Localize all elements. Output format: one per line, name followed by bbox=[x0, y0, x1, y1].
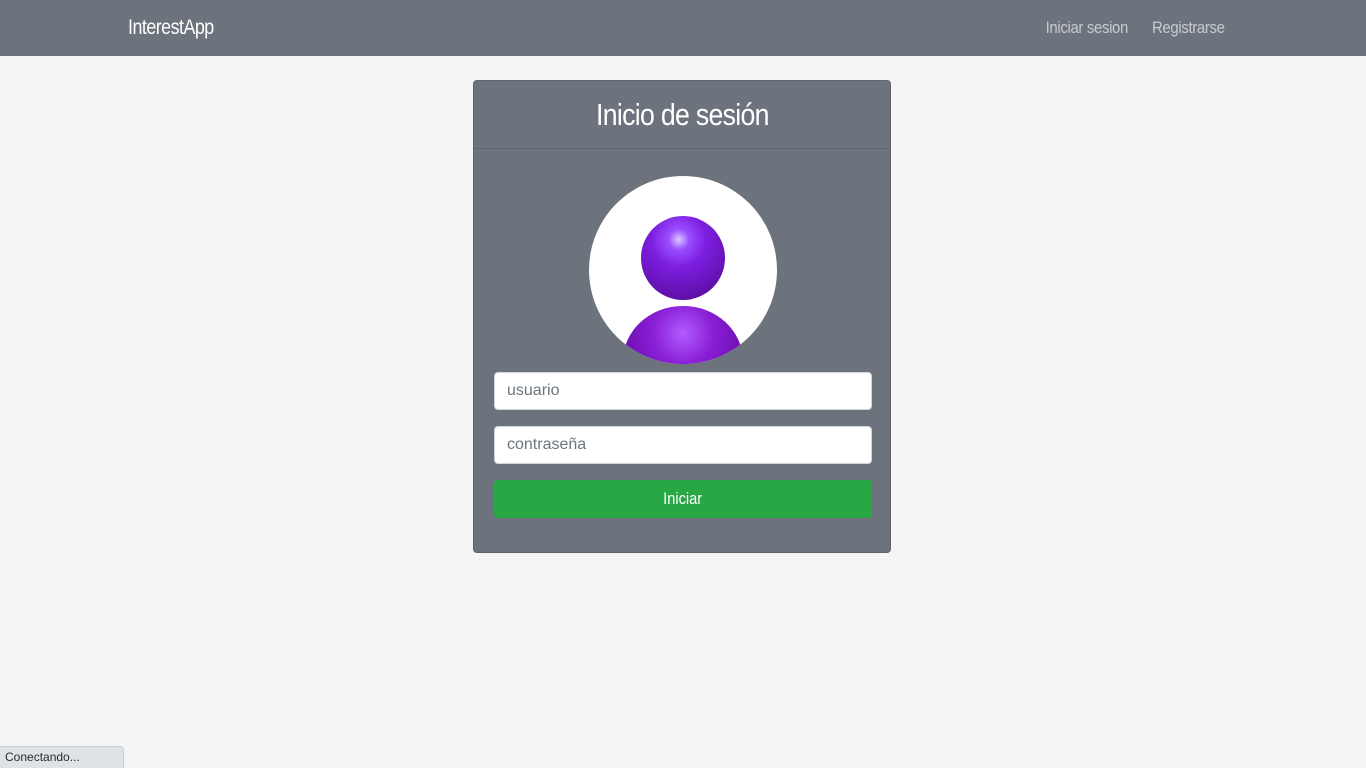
login-card-header: Inicio de sesión bbox=[474, 81, 890, 149]
login-submit-label: Iniciar bbox=[663, 489, 703, 508]
password-input[interactable] bbox=[494, 426, 872, 464]
brand-link[interactable]: InterestApp bbox=[128, 0, 214, 56]
user-avatar-icon bbox=[589, 176, 777, 364]
nav-login-link[interactable]: Iniciar sesion bbox=[1045, 18, 1128, 38]
browser-status-bar: Conectando... bbox=[0, 746, 124, 768]
avatar-body bbox=[623, 306, 743, 364]
login-title: Inicio de sesión bbox=[595, 96, 769, 132]
nav-links: Iniciar sesion Registrarse bbox=[1040, 0, 1230, 56]
username-input[interactable] bbox=[494, 372, 872, 410]
nav-register-link[interactable]: Registrarse bbox=[1152, 18, 1225, 38]
login-card: Inicio de sesión Iniciar bbox=[473, 80, 891, 553]
avatar-head bbox=[641, 216, 725, 300]
login-submit-button[interactable]: Iniciar bbox=[494, 480, 872, 518]
top-navbar: InterestApp Iniciar sesion Registrarse bbox=[0, 0, 1366, 56]
